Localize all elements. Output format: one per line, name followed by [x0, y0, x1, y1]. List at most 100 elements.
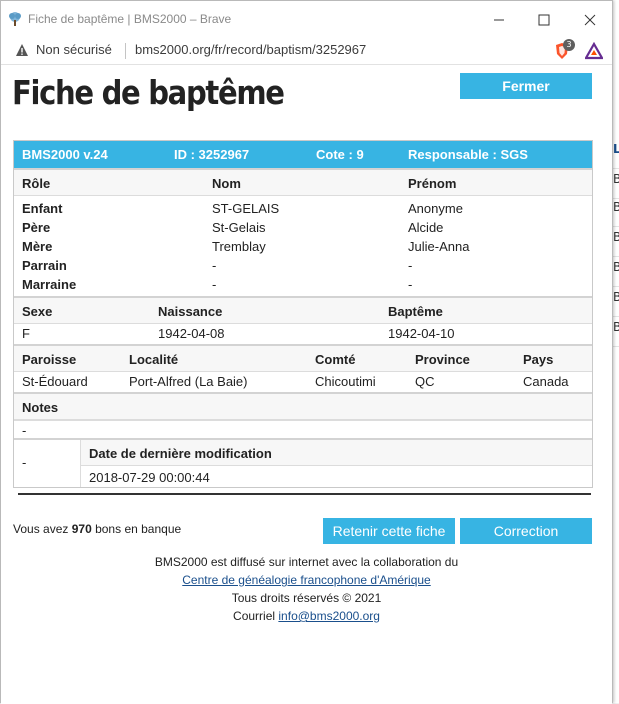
minimize-icon[interactable] — [484, 9, 514, 31]
notes-value-row: - — [14, 420, 592, 438]
bg-cell: Ba — [613, 290, 619, 317]
table-row: Enfant ST-GELAIS Anonyme — [14, 199, 592, 218]
modification-left-cell: - — [14, 440, 81, 487]
footer-line-1: BMS2000 est diffusé sur internet avec la… — [154, 555, 459, 569]
comte-cell: Chicoutimi — [315, 374, 376, 389]
email-link[interactable]: info@bms2000.org — [278, 609, 380, 623]
prenom-cell: - — [408, 258, 413, 273]
address-separator — [125, 43, 126, 59]
record-header: BMS2000 v.24 ID : 3252967 Cote : 9 Respo… — [14, 141, 592, 168]
bank-count: 970 — [71, 522, 92, 536]
modification-date: 2018-07-29 00:00:44 — [89, 470, 210, 485]
tree-icon — [9, 12, 21, 26]
bank-balance: Vous avez 970 bons en banque — [13, 522, 181, 536]
warning-icon[interactable] — [15, 43, 29, 57]
col-header: Sexe — [22, 304, 53, 319]
dates-section: Sexe Naissance Baptême F 1942-04-08 1942… — [14, 296, 592, 344]
cote-label: Cote : 9 — [316, 147, 364, 162]
col-header: Localité — [129, 352, 179, 367]
security-label[interactable]: Non sécurisé — [36, 42, 112, 57]
notes-label: Notes — [22, 400, 59, 415]
col-header: Naissance — [158, 304, 223, 319]
persons-section: Rôle Nom Prénom Enfant ST-GELAIS Anonyme… — [14, 168, 592, 296]
responsable-label: Responsable : SGS — [408, 147, 528, 162]
close-window-icon[interactable] — [575, 9, 605, 31]
paroisse-cell: St-Édouard — [22, 374, 88, 389]
nom-cell: - — [212, 277, 217, 292]
modification-label: Date de dernière modification — [89, 446, 272, 461]
bg-cell: Lo — [613, 142, 619, 169]
bat-rewards-icon[interactable] — [585, 42, 603, 60]
place-section: Paroisse Localité Comté Province Pays St… — [14, 344, 592, 392]
address-bar[interactable]: Non sécurisé bms2000.org/fr/record/bapti… — [1, 37, 612, 65]
dates-header-row: Sexe Naissance Baptême — [14, 298, 592, 324]
notes-header-row: Notes — [14, 394, 592, 420]
footer-line-3: Tous droits réservés © 2021 — [231, 591, 382, 605]
col-header: Pays — [523, 352, 554, 367]
footer-line-2: Centre de généalogie francophone d'Améri… — [1, 573, 612, 587]
table-row: F 1942-04-08 1942-04-10 — [14, 324, 592, 344]
modification-header: Date de dernière modification — [81, 440, 592, 466]
prenom-cell: Julie-Anna — [408, 239, 470, 254]
localite-cell: Port-Alfred (La Baie) — [129, 374, 248, 389]
notes-value: - — [22, 423, 27, 438]
record-id: ID : 3252967 — [174, 147, 250, 162]
bg-cell: Ba — [613, 320, 619, 347]
role-cell: Enfant — [22, 201, 63, 216]
persons-header-row: Rôle Nom Prénom — [14, 170, 592, 196]
province-cell: QC — [415, 374, 435, 389]
place-header-row: Paroisse Localité Comté Province Pays — [14, 346, 592, 372]
role-cell: Parrain — [22, 258, 67, 273]
sexe-cell: F — [22, 326, 30, 341]
bank-prefix: Vous avez — [13, 522, 72, 536]
shield-count-badge: 3 — [563, 39, 575, 51]
browser-window: Fiche de baptême | BMS2000 – Brave Non s… — [0, 0, 613, 704]
email-prefix: Courriel — [233, 609, 279, 623]
naissance-cell: 1942-04-08 — [158, 326, 225, 341]
window-title: Fiche de baptême | BMS2000 – Brave — [28, 12, 232, 26]
page-title: Fiche de baptême — [12, 73, 285, 112]
nom-cell: St-Gelais — [212, 220, 266, 235]
table-row: St-Édouard Port-Alfred (La Baie) Chicout… — [14, 372, 592, 392]
modification-section: - Date de dernière modification 2018-07-… — [14, 438, 592, 487]
nom-cell: Tremblay — [212, 239, 266, 254]
version-label: BMS2000 v.24 — [22, 147, 108, 162]
cgfa-link[interactable]: Centre de généalogie francophone d'Améri… — [182, 573, 430, 587]
url-field[interactable]: bms2000.org/fr/record/baptism/3252967 — [135, 42, 366, 57]
bg-cell: Ba — [613, 172, 619, 199]
background-window-strip: Lo Ba Ba Ba Ba Ba Ba — [612, 0, 619, 703]
table-row: Mère Tremblay Julie-Anna — [14, 237, 592, 256]
title-bar[interactable]: Fiche de baptême | BMS2000 – Brave — [1, 1, 612, 37]
page-content: Fiche de baptême Fermer BMS2000 v.24 ID … — [1, 65, 612, 704]
bg-cell: Ba — [613, 260, 619, 287]
bank-suffix: bons en banque — [91, 522, 182, 536]
close-button[interactable]: Fermer — [460, 73, 592, 99]
modification-left-value: - — [22, 455, 27, 470]
table-row: Marraine - - — [14, 275, 592, 294]
bapteme-cell: 1942-04-10 — [388, 326, 455, 341]
col-header: Province — [415, 352, 470, 367]
persons-list: Enfant ST-GELAIS Anonyme Père St-Gelais … — [14, 196, 592, 296]
role-cell: Père — [22, 220, 51, 235]
prenom-cell: - — [408, 277, 413, 292]
keep-record-button[interactable]: Retenir cette fiche — [323, 518, 455, 544]
col-header: Nom — [212, 176, 241, 191]
col-header: Rôle — [22, 176, 51, 191]
divider — [18, 493, 591, 495]
role-cell: Mère — [22, 239, 53, 254]
nom-cell: - — [212, 258, 217, 273]
pays-cell: Canada — [523, 374, 569, 389]
correction-button[interactable]: Correction — [460, 518, 592, 544]
record-card: BMS2000 v.24 ID : 3252967 Cote : 9 Respo… — [13, 140, 593, 488]
col-header: Prénom — [408, 176, 457, 191]
bg-cell: Ba — [613, 230, 619, 257]
prenom-cell: Anonyme — [408, 201, 463, 216]
col-header: Paroisse — [22, 352, 77, 367]
col-header: Baptême — [388, 304, 443, 319]
maximize-icon[interactable] — [529, 9, 559, 31]
table-row: Parrain - - — [14, 256, 592, 275]
prenom-cell: Alcide — [408, 220, 444, 235]
nom-cell: ST-GELAIS — [212, 201, 280, 216]
footer-line-4: Courriel info@bms2000.org — [1, 609, 612, 623]
table-row: Père St-Gelais Alcide — [14, 218, 592, 237]
